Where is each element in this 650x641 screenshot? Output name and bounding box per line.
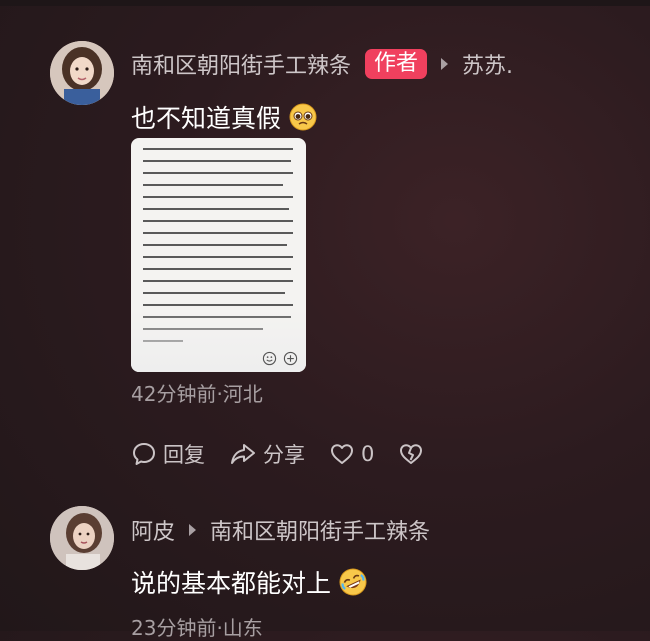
reply-arrow-icon: [189, 524, 197, 536]
share-icon: [231, 444, 255, 464]
text-line: [143, 160, 291, 162]
text-line: [143, 184, 283, 186]
reply-label: 回复: [163, 443, 205, 467]
smiley-icon: [262, 351, 277, 366]
text-line: [143, 172, 293, 174]
comment-text: 也不知道真假: [131, 99, 317, 135]
avatar[interactable]: [50, 506, 114, 570]
text-line: [143, 244, 287, 246]
share-label: 分享: [263, 443, 305, 467]
image-icons: [262, 351, 298, 366]
dislike-button[interactable]: [398, 442, 430, 466]
comment-text-body: 也不知道真假: [131, 104, 282, 133]
text-line: [143, 220, 293, 222]
username[interactable]: 阿皮: [131, 514, 175, 546]
comment-text: 说的基本都能对上: [131, 564, 367, 600]
text-line: [143, 256, 293, 258]
text-line: [143, 280, 293, 282]
comment-item: 南和区朝阳街手工辣条 作者 苏苏. 也不知道真假 42分钟前·河北 回复 分享 …: [0, 0, 650, 480]
like-button[interactable]: 0: [329, 442, 374, 466]
broken-heart-icon: [400, 444, 423, 464]
like-count: 0: [361, 442, 375, 466]
reply-to-username[interactable]: 南和区朝阳街手工辣条: [210, 514, 430, 546]
text-line: [143, 208, 289, 210]
text-line: [143, 268, 291, 270]
text-line: [143, 304, 293, 306]
text-line: [143, 232, 293, 234]
share-button[interactable]: 分享: [229, 439, 305, 469]
comment-item: 阿皮 南和区朝阳街手工辣条 说的基本都能对上 23分钟前·山东: [0, 480, 650, 640]
text-line: [143, 292, 285, 294]
text-line: [143, 148, 293, 150]
username[interactable]: 南和区朝阳街手工辣条: [131, 48, 351, 80]
comment-timestamp-location: 42分钟前·河北: [131, 382, 263, 406]
rofl-emoji-icon: [339, 568, 367, 596]
comment-meta: 南和区朝阳街手工辣条 作者 苏苏.: [131, 47, 513, 81]
reply-to-username[interactable]: 苏苏.: [462, 48, 513, 80]
reply-button[interactable]: 回复: [131, 439, 205, 469]
text-line: [143, 196, 293, 198]
author-badge: 作者: [365, 49, 428, 79]
comment-image[interactable]: [131, 138, 306, 372]
comment-text-body: 说的基本都能对上: [131, 569, 332, 598]
plus-circle-icon: [283, 351, 298, 366]
pleading-face-emoji-icon: [289, 103, 317, 131]
comment-icon: [133, 443, 155, 465]
comment-actions: 回复 分享 0: [131, 438, 454, 470]
reply-arrow-icon: [441, 58, 449, 70]
avatar[interactable]: [50, 41, 114, 105]
comment-meta: 阿皮 南和区朝阳街手工辣条: [131, 513, 430, 547]
heart-icon: [331, 444, 353, 464]
comment-timestamp-location: 23分钟前·山东: [131, 616, 263, 640]
